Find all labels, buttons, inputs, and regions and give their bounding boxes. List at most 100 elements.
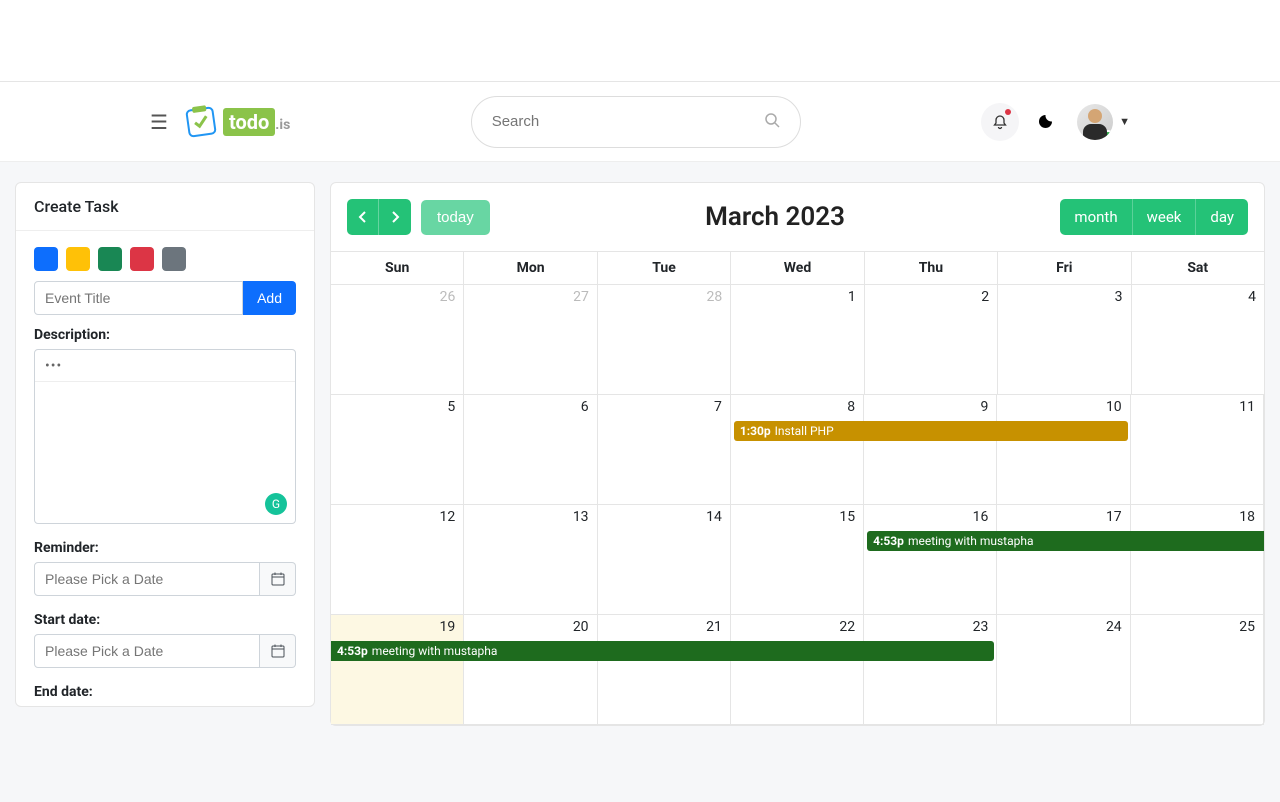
day-header: Sat — [1132, 252, 1264, 285]
color-swatch-4[interactable] — [162, 247, 186, 271]
day-header: Fri — [998, 252, 1131, 285]
view-week[interactable]: week — [1132, 199, 1196, 235]
moon-icon — [1039, 110, 1057, 128]
color-swatch-0[interactable] — [34, 247, 58, 271]
prev-button[interactable] — [347, 199, 379, 235]
calendar-day[interactable]: 5 — [331, 395, 464, 505]
panel-title: Create Task — [16, 183, 314, 231]
calendar-event[interactable]: 4:53p meeting with mustapha — [867, 531, 1264, 551]
description-editor[interactable]: ••• G — [34, 349, 296, 524]
calendar-day[interactable]: 21 — [598, 615, 731, 725]
calendar-day[interactable]: 2 — [865, 285, 998, 395]
view-day[interactable]: day — [1195, 199, 1248, 235]
calendar-day[interactable]: 26 — [331, 285, 464, 395]
start-date-label: Start date: — [16, 610, 314, 634]
calendar-title: March 2023 — [490, 202, 1061, 232]
view-month[interactable]: month — [1060, 199, 1131, 235]
calendar-day[interactable]: 23 — [864, 615, 997, 725]
calendar-nav — [347, 199, 411, 235]
calendar-day[interactable]: 8 — [731, 395, 864, 505]
calendar-day[interactable]: 10 — [997, 395, 1130, 505]
event-title: meeting with mustapha — [908, 534, 1034, 548]
search-icon — [764, 112, 780, 132]
calendar-day[interactable]: 19 — [331, 615, 464, 725]
event-time: 1:30p — [740, 424, 771, 438]
calendar-day[interactable]: 14 — [598, 505, 731, 615]
next-button[interactable] — [379, 199, 411, 235]
calendar-day[interactable]: 9 — [864, 395, 997, 505]
calendar-week: 2627281234 — [331, 285, 1264, 395]
calendar-week: 567891011 1:30p Install PHP — [331, 395, 1264, 505]
calendar-week: 12131415161718 4:53p meeting with mustapha — [331, 505, 1264, 615]
calendar-day[interactable]: 6 — [464, 395, 597, 505]
notifications-button[interactable] — [981, 103, 1019, 141]
bell-icon — [992, 114, 1008, 130]
create-task-panel: Create Task Add Description: ••• G Remin… — [15, 182, 315, 707]
event-title: meeting with mustapha — [372, 644, 498, 658]
day-header: Tue — [598, 252, 731, 285]
day-header: Sun — [331, 252, 464, 285]
menu-icon[interactable]: ☰ — [150, 110, 168, 134]
reminder-input[interactable] — [34, 562, 260, 596]
calendar-icon — [271, 572, 285, 586]
event-time: 4:53p — [873, 534, 904, 548]
calendar-grid: SunMonTueWedThuFriSat2627281234567891011… — [331, 251, 1264, 725]
calendar-day[interactable]: 16 — [864, 505, 997, 615]
calendar-event[interactable]: 1:30p Install PHP — [734, 421, 1128, 441]
calendar-day[interactable]: 24 — [997, 615, 1130, 725]
grammarly-icon: G — [265, 493, 287, 515]
search-input[interactable] — [492, 113, 764, 130]
calendar-day[interactable]: 18 — [1131, 505, 1264, 615]
calendar-day[interactable]: 15 — [731, 505, 864, 615]
search-box[interactable] — [471, 96, 801, 148]
reminder-label: Reminder: — [16, 538, 314, 562]
calendar-day[interactable]: 4 — [1132, 285, 1264, 395]
calendar-week: 19202122232425 4:53p meeting with mustapha — [331, 615, 1264, 725]
color-swatch-1[interactable] — [66, 247, 90, 271]
today-button[interactable]: today — [421, 200, 490, 235]
calendar-day[interactable]: 20 — [464, 615, 597, 725]
calendar-day[interactable]: 22 — [731, 615, 864, 725]
app-header: ☰ todo.is ▼ — [0, 82, 1280, 162]
color-swatch-2[interactable] — [98, 247, 122, 271]
editor-toolbar[interactable]: ••• — [35, 350, 295, 382]
event-title: Install PHP — [775, 424, 834, 438]
calendar-icon — [271, 644, 285, 658]
color-picker — [16, 231, 314, 281]
calendar: today March 2023 month week day SunMonTu… — [330, 182, 1265, 726]
chevron-right-icon — [390, 210, 400, 224]
logo-icon — [183, 104, 219, 140]
day-header: Wed — [731, 252, 864, 285]
calendar-day[interactable]: 27 — [464, 285, 597, 395]
start-date-input[interactable] — [34, 634, 260, 668]
color-swatch-3[interactable] — [130, 247, 154, 271]
calendar-event[interactable]: 4:53p meeting with mustapha — [331, 641, 994, 661]
calendar-day[interactable]: 17 — [997, 505, 1130, 615]
calendar-day[interactable]: 11 — [1131, 395, 1264, 505]
notification-dot — [1005, 109, 1011, 115]
chevron-left-icon — [358, 210, 368, 224]
calendar-day[interactable]: 13 — [464, 505, 597, 615]
view-switcher: month week day — [1060, 199, 1248, 235]
day-header: Mon — [464, 252, 597, 285]
calendar-day[interactable]: 3 — [998, 285, 1131, 395]
logo-text-todo: todo — [223, 108, 275, 136]
avatar — [1077, 104, 1113, 140]
reminder-calendar-button[interactable] — [260, 562, 296, 596]
calendar-day[interactable]: 12 — [331, 505, 464, 615]
event-title-input[interactable] — [34, 281, 243, 315]
dark-mode-toggle[interactable] — [1039, 110, 1057, 133]
logo-text-is: .is — [275, 117, 290, 133]
user-menu[interactable]: ▼ — [1077, 104, 1130, 140]
calendar-day[interactable]: 25 — [1131, 615, 1264, 725]
chevron-down-icon: ▼ — [1119, 115, 1130, 128]
status-indicator — [1103, 130, 1113, 140]
calendar-day[interactable]: 28 — [598, 285, 731, 395]
start-date-calendar-button[interactable] — [260, 634, 296, 668]
calendar-day[interactable]: 1 — [731, 285, 864, 395]
event-time: 4:53p — [337, 644, 368, 658]
logo[interactable]: todo.is — [183, 104, 290, 140]
add-button[interactable]: Add — [243, 281, 296, 315]
calendar-day[interactable]: 7 — [598, 395, 731, 505]
day-header: Thu — [865, 252, 998, 285]
